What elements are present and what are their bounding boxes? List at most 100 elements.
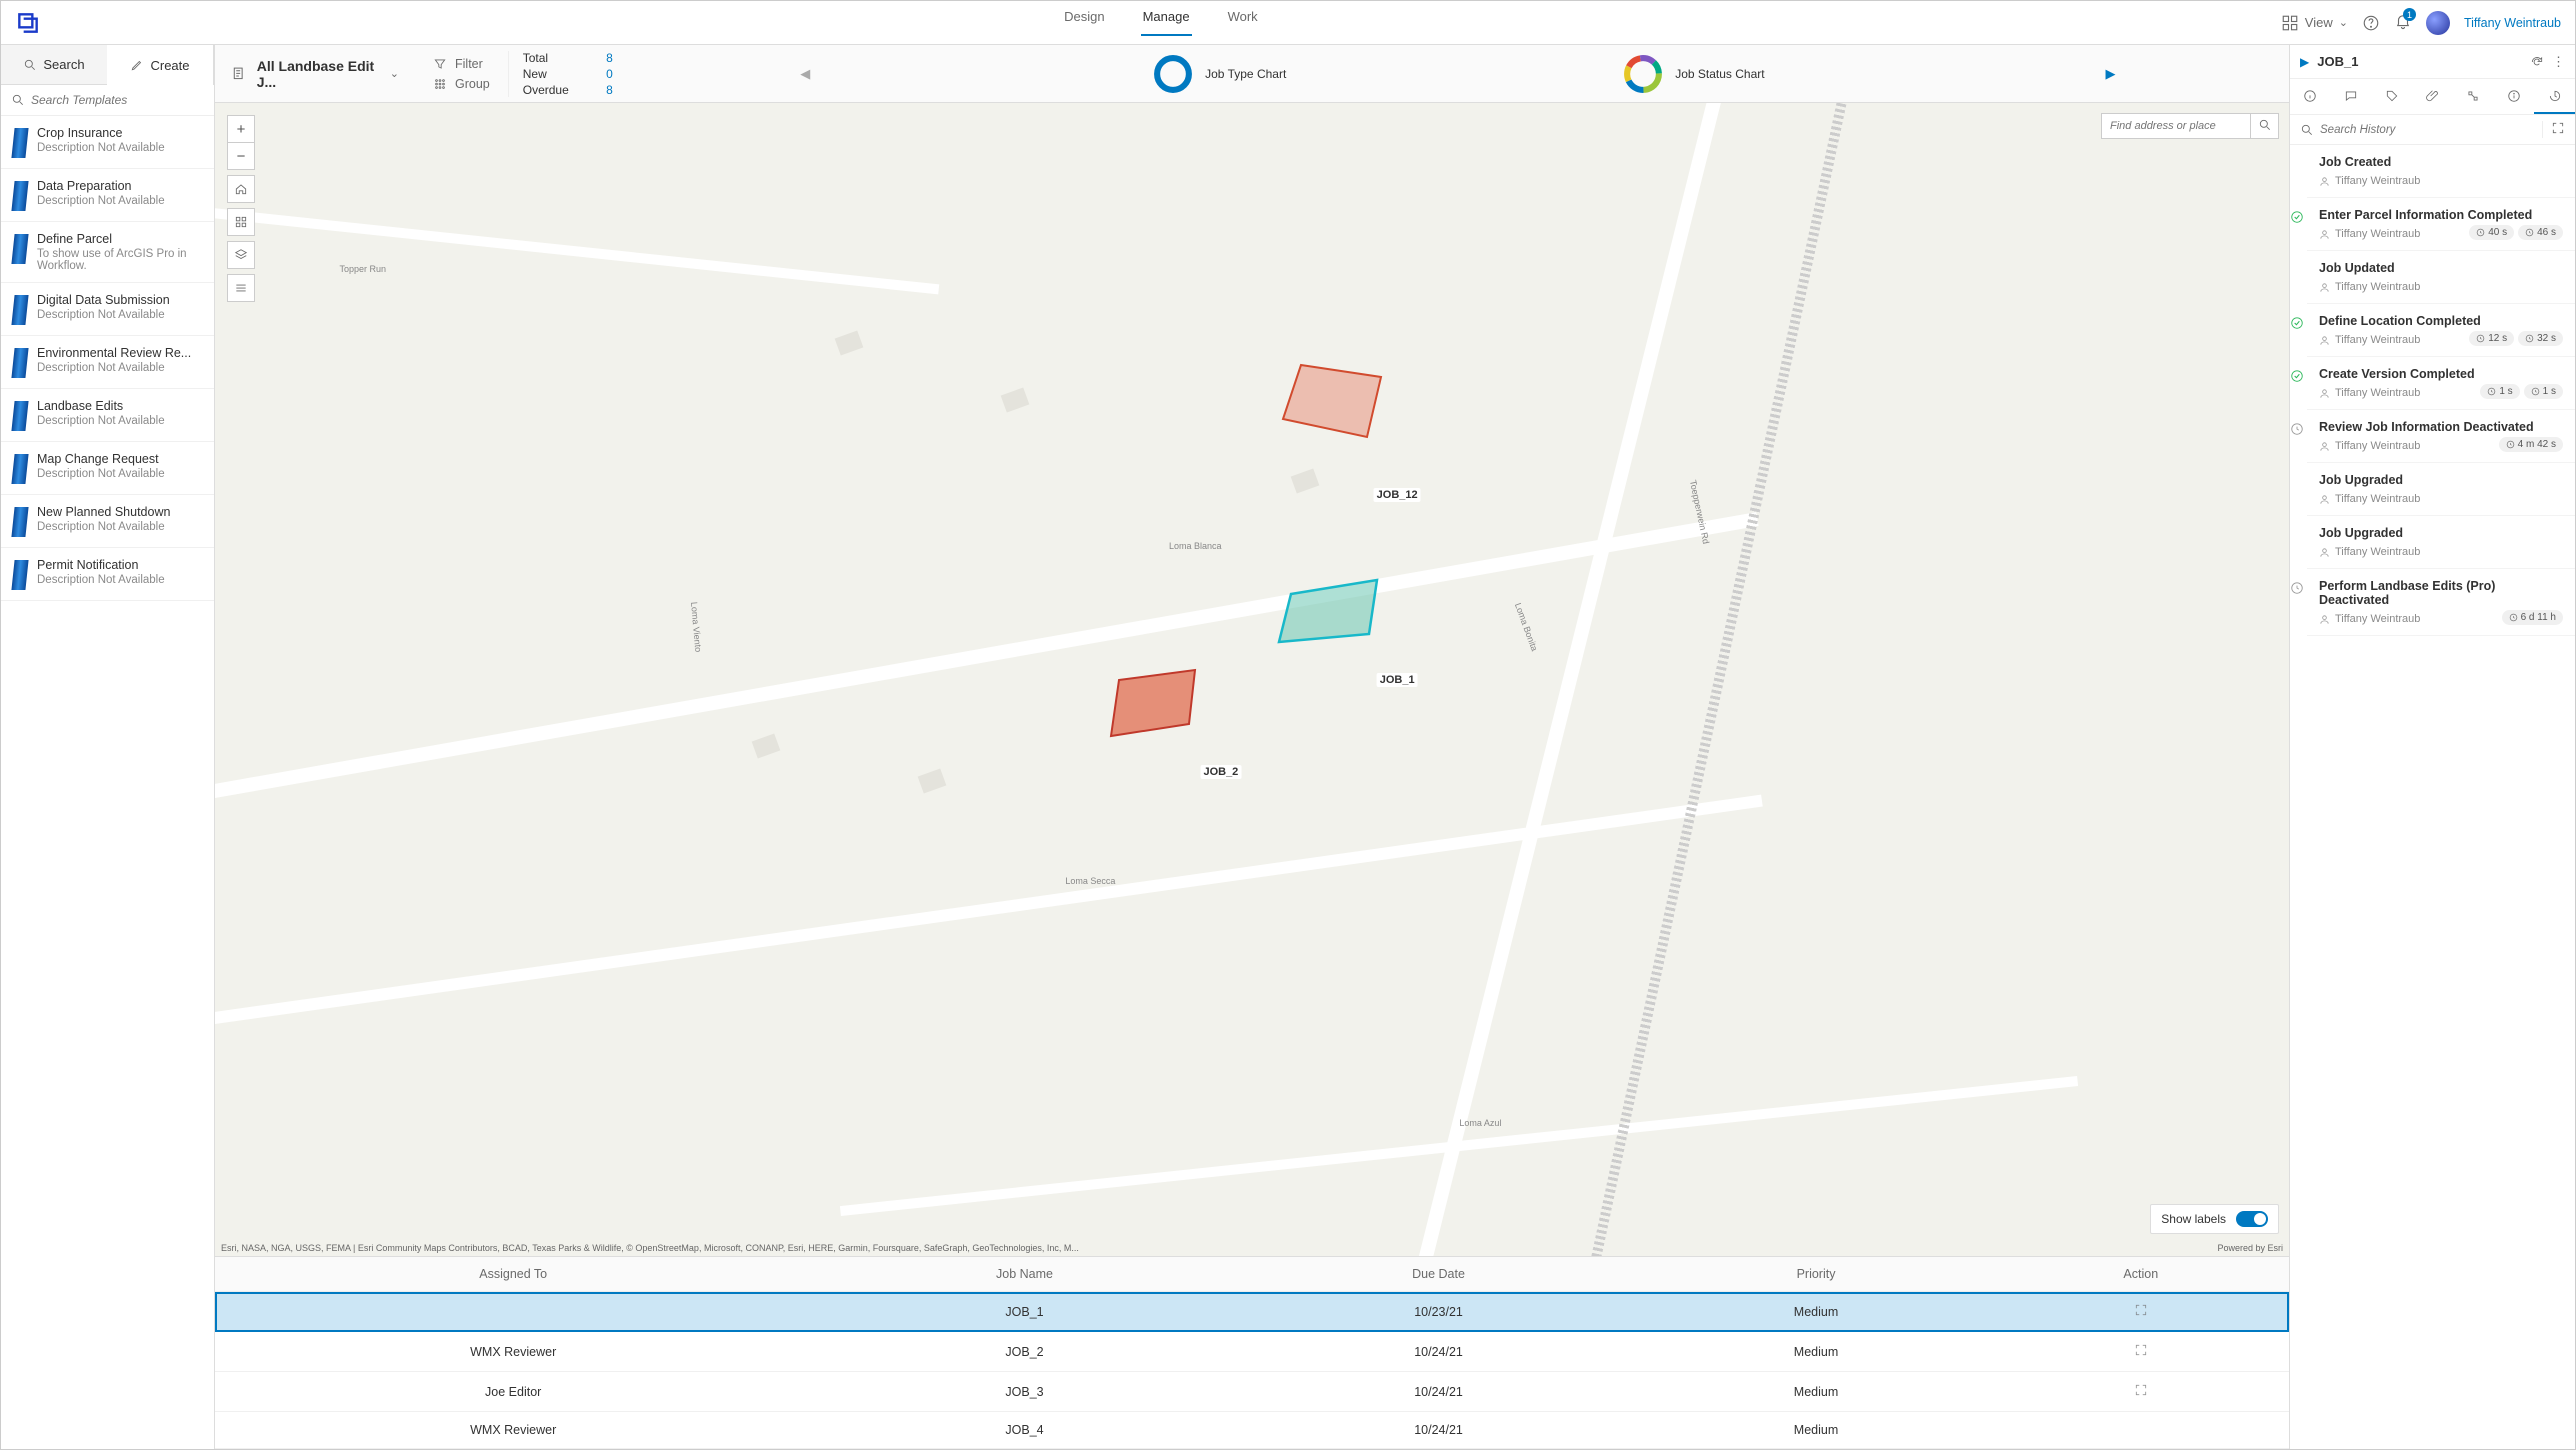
tab-properties[interactable] [2494,79,2535,114]
group-button[interactable]: Group [433,77,490,91]
clock-icon [2290,581,2304,595]
home-button[interactable] [227,175,255,203]
history-item: Job UpdatedTiffany Weintraub [2307,251,2575,304]
layers-button[interactable] [227,241,255,269]
expand-action-icon[interactable] [2134,1343,2148,1357]
col-header[interactable]: Action [1993,1257,2289,1292]
job-polygon-12[interactable] [1273,357,1393,447]
history-icon [2548,89,2562,103]
show-labels-text: Show labels [2161,1212,2226,1226]
carousel-prev[interactable]: ◀ [794,66,816,82]
history-item: Job UpgradedTiffany Weintraub [2307,516,2575,569]
template-search[interactable] [1,85,214,116]
duration-tag: 1 s [2524,384,2563,399]
group-icon [433,77,447,91]
legend-button[interactable] [227,274,255,302]
duration-tag: 40 s [2469,225,2514,240]
col-header[interactable]: Assigned To [215,1257,811,1292]
nav-design[interactable]: Design [1062,9,1106,36]
expand-button[interactable] [2542,121,2565,138]
search-icon [2258,118,2272,132]
tab-location[interactable] [2371,79,2412,114]
user-icon [2319,494,2330,505]
back-arrow-icon[interactable]: ▶ [2300,55,2309,69]
job-polygon-2[interactable] [1107,668,1207,748]
template-item[interactable]: Define ParcelTo show use of ArcGIS Pro i… [1,222,214,283]
tab-create[interactable]: Create [107,45,214,85]
job-title: JOB_1 [2317,54,2522,69]
template-item[interactable]: Map Change RequestDescription Not Availa… [1,442,214,495]
tab-info[interactable] [2290,79,2331,114]
expand-action-icon[interactable] [2134,1303,2148,1317]
table-row[interactable]: WMX ReviewerJOB_410/24/21Medium [215,1412,2289,1449]
duration-tag: 32 s [2518,331,2563,346]
template-desc: Description Not Available [37,195,165,207]
map-search-button[interactable] [2251,113,2279,139]
show-labels-toggle[interactable] [2236,1211,2268,1227]
tab-comments[interactable] [2331,79,2372,114]
history-search-input[interactable] [2320,124,2536,136]
col-header[interactable]: Priority [1639,1257,1992,1292]
expand-action-icon[interactable] [2134,1383,2148,1397]
template-item[interactable]: Digital Data SubmissionDescription Not A… [1,283,214,336]
zoom-in-button[interactable]: + [227,115,255,143]
template-item[interactable]: New Planned ShutdownDescription Not Avai… [1,495,214,548]
paperclip-icon [2426,89,2440,103]
job-type-chart[interactable]: Job Type Chart [1151,52,1286,96]
nav-work[interactable]: Work [1226,9,1260,36]
map-search-input[interactable] [2101,113,2251,139]
street-label: Loma Azul [1459,1118,1501,1128]
template-title: Permit Notification [37,558,165,572]
zoom-out-button[interactable]: − [227,142,255,170]
filter-button[interactable]: Filter [433,57,490,71]
table-row[interactable]: JOB_110/23/21Medium [215,1292,2289,1332]
history-item: Job CreatedTiffany Weintraub [2307,145,2575,198]
job-polygon-1[interactable] [1273,576,1393,656]
history-user: Tiffany Weintraub [2319,546,2563,558]
tab-history[interactable] [2534,79,2575,114]
more-icon[interactable]: ⋮ [2552,54,2565,70]
check-circle-icon [2290,316,2304,330]
help-icon[interactable] [2362,14,2380,32]
avatar[interactable] [2426,11,2450,35]
basemap-button[interactable] [227,208,255,236]
tab-attachments[interactable] [2412,79,2453,114]
col-header[interactable]: Job Name [811,1257,1237,1292]
template-item[interactable]: Environmental Review Re...Description No… [1,336,214,389]
tab-diagram[interactable] [2453,79,2494,114]
tab-search[interactable]: Search [1,45,107,85]
template-item[interactable]: Crop InsuranceDescription Not Available [1,116,214,169]
template-item[interactable]: Permit Notification Description Not Avail… [1,548,214,601]
history-title: Enter Parcel Information Completed [2319,208,2563,222]
user-name[interactable]: Tiffany Weintraub [2464,16,2561,30]
template-title: Crop Insurance [37,126,165,140]
detail-tabs [2290,79,2575,115]
refresh-icon[interactable] [2530,55,2544,69]
job-type-dropdown[interactable]: All Landbase Edit J... ⌄ [215,58,415,90]
template-item[interactable]: Landbase EditsDescription Not Available [1,389,214,442]
street-label: Loma Blanca [1169,541,1222,551]
notification-badge: 1 [2403,8,2416,21]
app-logo-icon [15,10,41,36]
job-status-chart[interactable]: Job Status Chart [1621,52,1764,96]
map[interactable]: Topper Run Loma Blanca Loma Secca Loma A… [215,103,2289,1256]
notifications-button[interactable]: 1 [2394,12,2412,33]
template-icon [11,181,28,211]
template-list: Crop InsuranceDescription Not AvailableD… [1,116,214,1449]
check-circle-icon [2290,210,2304,224]
table-row[interactable]: Joe EditorJOB_310/24/21Medium [215,1372,2289,1412]
table-row[interactable]: WMX ReviewerJOB_210/24/21Medium [215,1332,2289,1372]
nav-manage[interactable]: Manage [1141,9,1192,36]
history-title: Perform Landbase Edits (Pro) Deactivated [2319,579,2563,607]
template-desc: Description Not Available [37,574,165,586]
user-icon [2319,176,2330,187]
template-item[interactable]: Data PreparationDescription Not Availabl… [1,169,214,222]
template-title: New Planned Shutdown [37,505,170,519]
col-header[interactable]: Due Date [1238,1257,1640,1292]
template-search-input[interactable] [31,93,204,107]
history-item: Job UpgradedTiffany Weintraub [2307,463,2575,516]
donut-icon [1151,52,1195,96]
view-dropdown[interactable]: View ⌄ [2281,14,2348,32]
carousel-next[interactable]: ▶ [2100,66,2122,82]
template-title: Landbase Edits [37,399,165,413]
